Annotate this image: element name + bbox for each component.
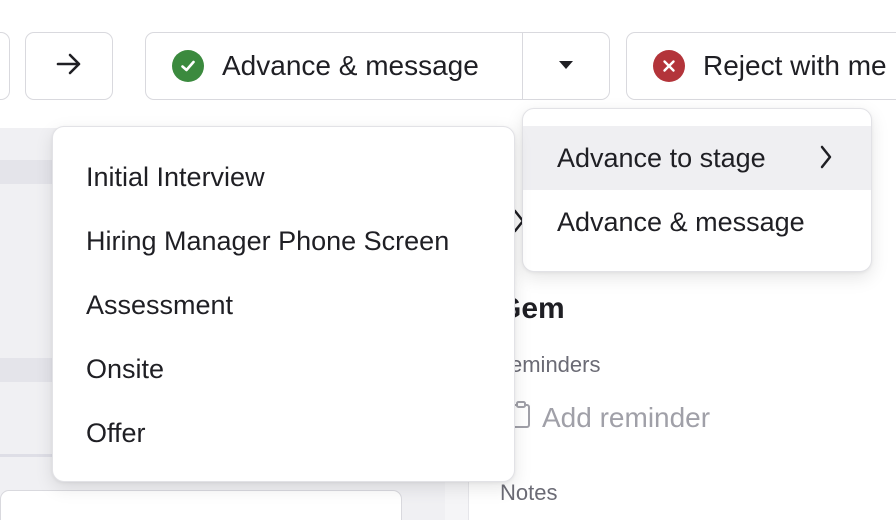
reject-button-label: Reject with me	[703, 50, 887, 81]
stage-item-initial-interview[interactable]: Initial Interview	[53, 145, 514, 209]
caret-down-icon	[558, 57, 574, 75]
advance-button-label: Advance & message	[222, 50, 479, 81]
menu-item-label: Advance to stage	[557, 142, 766, 173]
next-button[interactable]	[25, 32, 113, 100]
advance-dropdown-toggle[interactable]	[523, 33, 609, 99]
advance-and-message-button[interactable]: Advance & message	[146, 33, 523, 99]
previous-button[interactable]	[0, 32, 10, 100]
x-circle-icon	[653, 50, 685, 82]
stage-submenu: Initial Interview Hiring Manager Phone S…	[52, 126, 515, 482]
add-reminder-button[interactable]: Add reminder	[510, 400, 710, 435]
stage-item-assessment[interactable]: Assessment	[53, 273, 514, 337]
stage-item-offer[interactable]: Offer	[53, 401, 514, 465]
reminders-label: eminders	[510, 352, 601, 377]
advance-button-group: Advance & message	[145, 32, 610, 100]
reject-with-message-button[interactable]: Reject with me	[626, 32, 896, 100]
menu-item-label: Advance & message	[557, 206, 805, 237]
arrow-right-icon	[56, 53, 82, 80]
left-panel-card[interactable]	[0, 490, 402, 520]
notes-label: Notes	[500, 480, 558, 505]
stage-item-hiring-manager-phone-screen[interactable]: Hiring Manager Phone Screen	[53, 209, 514, 273]
advance-options-menu: Advance to stage Advance & message	[522, 108, 872, 272]
menu-item-advance-to-stage[interactable]: Advance to stage	[523, 126, 871, 190]
menu-item-advance-and-message[interactable]: Advance & message	[523, 190, 871, 254]
stage-item-onsite[interactable]: Onsite	[53, 337, 514, 401]
page: Gem eminders Add reminder Notes Advance …	[0, 0, 896, 520]
check-circle-icon	[172, 50, 204, 82]
add-reminder-label: Add reminder	[542, 401, 711, 433]
chevron-right-icon	[819, 144, 833, 177]
